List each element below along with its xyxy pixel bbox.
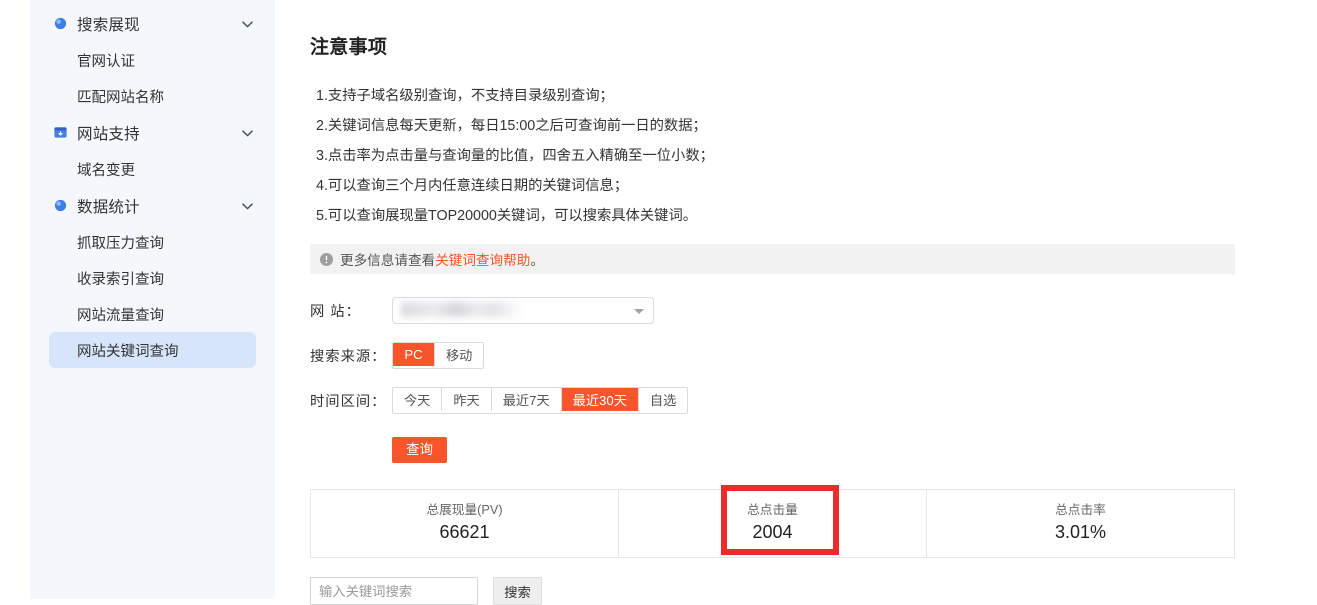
- query-form: 网 站： 搜索来源： PC 移动 时间区间： 今天 昨天 最近7天 最近30天 自选 查询: [310, 296, 1287, 463]
- sidebar-group-1[interactable]: 搜索展现: [30, 5, 275, 42]
- sidebar-group-label: 数据统计: [77, 198, 140, 216]
- sidebar-item[interactable]: 收录索引查询: [49, 260, 256, 296]
- keyword-search-input[interactable]: [310, 577, 478, 605]
- form-row-range: 时间区间： 今天 昨天 最近7天 最近30天 自选: [310, 386, 1287, 415]
- stats-section: 总展现量(PV) 66621 总点击量 2004 总点击率 3.01%: [310, 485, 1235, 558]
- sidebar-item[interactable]: 官网认证: [49, 42, 256, 78]
- stat-cell: 总点击量 2004: [619, 490, 927, 557]
- chevron-down-icon: [242, 20, 253, 28]
- sidebar-item[interactable]: 抓取压力查询: [49, 224, 256, 260]
- query-button[interactable]: 查询: [392, 437, 447, 463]
- site-select[interactable]: [392, 297, 654, 324]
- site-support-icon: [53, 125, 68, 140]
- sidebar-group-label: 网站支持: [77, 125, 140, 143]
- chevron-down-icon: [242, 129, 253, 137]
- notice-bar: 更多信息请查看 关键词查询帮助。: [310, 244, 1235, 274]
- range-label: 时间区间：: [310, 394, 387, 410]
- source-label: 搜索来源：: [310, 349, 387, 365]
- range-option-active[interactable]: 最近30天: [561, 388, 639, 411]
- stat-label: 总点击率: [1055, 503, 1106, 517]
- keyword-query-help-link[interactable]: 关键词查询帮助: [435, 249, 530, 269]
- source-button-group: PC 移动: [392, 342, 485, 369]
- range-option[interactable]: 昨天: [442, 388, 492, 411]
- notice-suffix: 。: [530, 253, 544, 268]
- stat-value: 3.01%: [1054, 522, 1107, 542]
- keyword-search-button[interactable]: 搜索: [493, 577, 542, 605]
- form-row-source: 搜索来源： PC 移动: [310, 341, 1287, 370]
- stats-row: 总展现量(PV) 66621 总点击量 2004 总点击率 3.01%: [310, 489, 1235, 558]
- sidebar-item[interactable]: 匹配网站名称: [49, 78, 256, 114]
- notice-prefix: 更多信息请查看: [340, 253, 436, 268]
- chevron-down-icon: [242, 202, 253, 210]
- range-option[interactable]: 自选: [638, 388, 688, 411]
- stat-label: 总展现量(PV): [426, 503, 503, 517]
- note-line: 1.支持子域名级别查询，不支持目录级别查询；: [316, 88, 614, 104]
- source-option[interactable]: 移动: [435, 343, 484, 366]
- form-row-query: 查询: [310, 437, 1287, 463]
- stat-cell: 总展现量(PV) 66621: [311, 490, 619, 557]
- site-select-value-redacted: [401, 302, 521, 317]
- note-line: 4.可以查询三个月内任意连续日期的关键词信息；: [316, 178, 629, 194]
- range-option[interactable]: 今天: [393, 388, 443, 411]
- range-button-group: 今天 昨天 最近7天 最近30天 自选: [392, 387, 689, 414]
- sidebar-group-label: 搜索展现: [77, 16, 140, 34]
- note-line: 5.可以查询展现量TOP20000关键词，可以搜索具体关键词。: [316, 208, 698, 224]
- keyword-search-row: 搜索: [310, 577, 1287, 605]
- notes-list: 1.支持子域名级别查询，不支持目录级别查询； 2.关键词信息每天更新，每日15:0…: [310, 81, 1287, 231]
- note-line: 3.点击率为点击量与查询量的比值，四舍五入精确至一位小数；: [316, 148, 714, 164]
- stat-cell: 总点击率 3.01%: [927, 490, 1234, 557]
- main-content: 注意事项 1.支持子域名级别查询，不支持目录级别查询； 2.关键词信息每天更新，每…: [275, 0, 1317, 605]
- data-stats-icon: [53, 198, 68, 213]
- page-title: 注意事项: [310, 37, 388, 58]
- search-display-icon: [53, 16, 68, 31]
- page-root: 搜索展现官网认证 匹配网站名称网站支持域名变更数据统计抓取压力查询 收录索引查询 网站…: [0, 0, 1317, 605]
- sidebar-item[interactable]: 网站流量查询: [49, 296, 256, 332]
- sidebar: 搜索展现官网认证 匹配网站名称网站支持域名变更数据统计抓取压力查询 收录索引查询 网站…: [30, 0, 275, 599]
- source-option-active[interactable]: PC: [393, 343, 435, 366]
- stat-label: 总点击量: [747, 503, 798, 517]
- stat-value: 66621: [439, 522, 490, 542]
- sidebar-item[interactable]: 域名变更: [49, 151, 256, 187]
- sidebar-group-3[interactable]: 数据统计: [30, 187, 275, 224]
- info-circle-icon: [320, 252, 333, 266]
- chevron-down-icon: [634, 308, 644, 314]
- note-line: 2.关键词信息每天更新，每日15:00之后可查询前一日的数据；: [316, 118, 707, 134]
- sidebar-group-2[interactable]: 网站支持: [30, 114, 275, 151]
- range-option[interactable]: 最近7天: [491, 388, 562, 411]
- form-row-site: 网 站：: [310, 296, 1287, 325]
- sidebar-item-active[interactable]: 网站关键词查询: [49, 332, 256, 368]
- site-label: 网 站：: [310, 304, 361, 320]
- stat-value: 2004: [752, 522, 793, 542]
